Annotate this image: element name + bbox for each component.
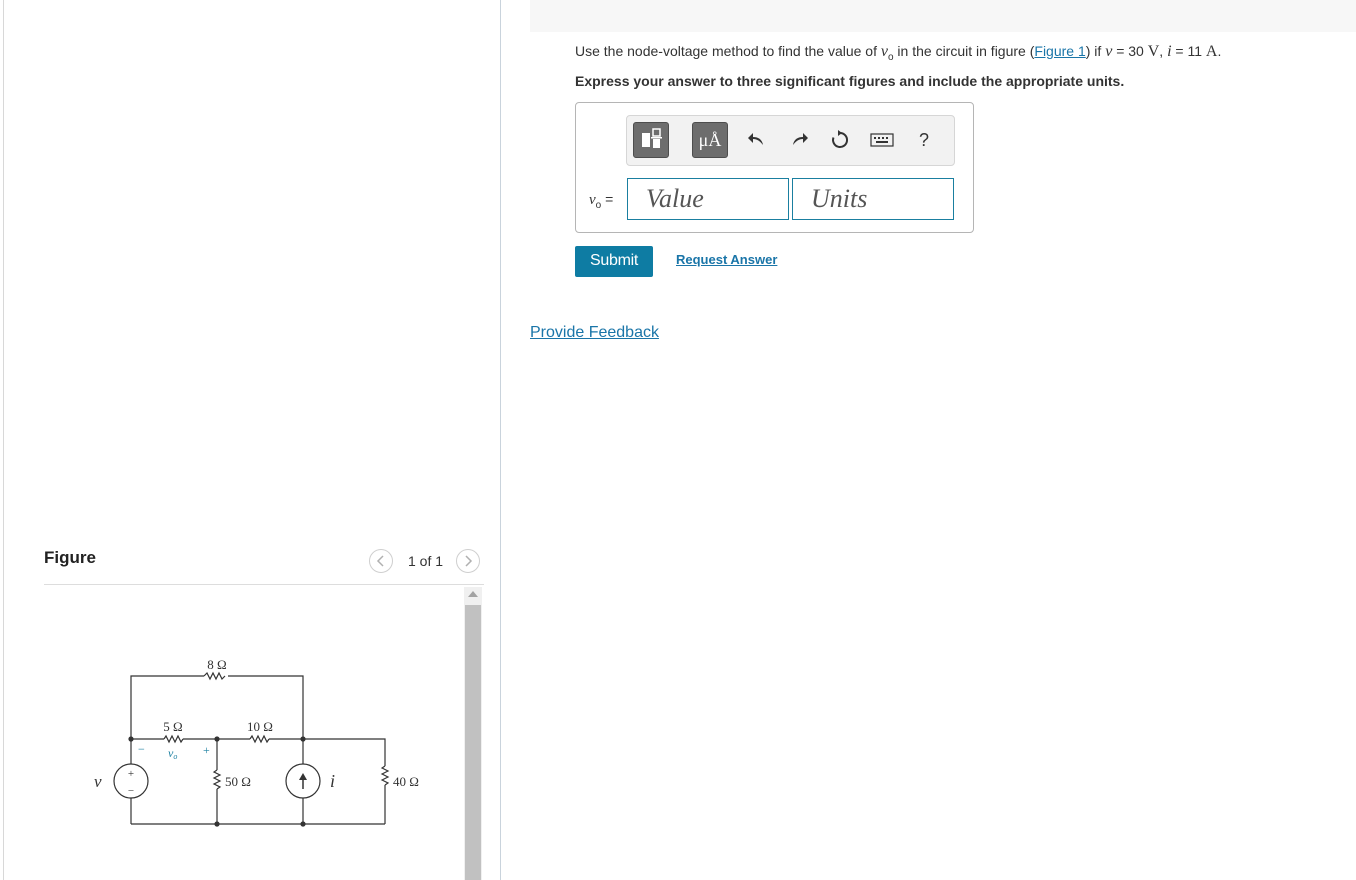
submit-button[interactable]: Submit	[575, 246, 653, 277]
instruction-text: Express your answer to three significant…	[575, 73, 1125, 89]
request-answer-link[interactable]: Request Answer	[676, 252, 777, 267]
panel-divider	[500, 0, 501, 880]
template-button[interactable]	[633, 122, 669, 158]
chevron-left-icon	[376, 555, 384, 567]
next-figure-button[interactable]	[456, 549, 480, 573]
source-minus-sign: −	[128, 785, 134, 797]
figure-link[interactable]: Figure 1	[1034, 43, 1085, 59]
answer-label: vo =	[589, 191, 614, 211]
label-5-ohm: 5 Ω	[163, 719, 182, 734]
pager-text: 1 of 1	[408, 553, 444, 569]
prev-figure-button[interactable]	[369, 549, 393, 573]
vo-plus-sign: +	[203, 743, 210, 757]
question-text: Use the node-voltage method to find the …	[575, 43, 1222, 63]
chevron-right-icon	[465, 555, 473, 567]
help-button[interactable]: ?	[912, 128, 936, 152]
source-plus-sign: +	[128, 768, 134, 780]
vo-minus-sign: −	[138, 742, 145, 756]
provide-feedback-link[interactable]: Provide Feedback	[530, 324, 659, 342]
reset-icon[interactable]	[828, 128, 852, 152]
units-input[interactable]: Units	[792, 178, 954, 220]
label-source-v: v	[94, 772, 102, 791]
label-source-i: i	[330, 771, 335, 791]
label-50-ohm: 50 Ω	[225, 774, 251, 789]
label-8-ohm: 8 Ω	[207, 657, 226, 672]
undo-icon[interactable]	[745, 128, 769, 152]
left-border	[3, 0, 4, 880]
figure-title: Figure	[44, 548, 96, 567]
fraction-template-icon	[642, 128, 662, 148]
units-button[interactable]: μÅ	[692, 122, 728, 158]
label-40-ohm: 40 Ω	[393, 774, 419, 789]
scroll-up-arrow[interactable]	[468, 591, 478, 597]
redo-icon[interactable]	[787, 128, 811, 152]
circuit-diagram: + − 8 Ω 5 Ω 10 Ω 50 Ω 40 Ω v i − + vo	[94, 657, 419, 827]
part-header-bar	[530, 0, 1356, 32]
keyboard-icon[interactable]	[870, 128, 894, 152]
label-10-ohm: 10 Ω	[247, 719, 273, 734]
figure-divider	[44, 584, 484, 585]
label-vo: vo	[168, 746, 177, 761]
value-input[interactable]: Value	[627, 178, 789, 220]
scrollbar-thumb[interactable]	[465, 605, 481, 880]
